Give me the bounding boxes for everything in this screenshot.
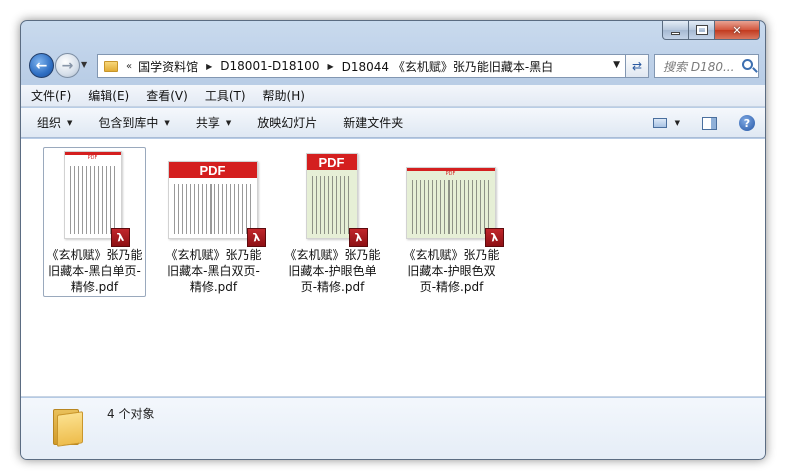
- acrobat-icon: λ: [110, 228, 130, 247]
- close-icon: ✕: [732, 23, 742, 37]
- chevron-right-icon[interactable]: ▶: [206, 62, 212, 71]
- navigation-bar: ← → ▼ « 国学资料馆 ▶ D18001-D18100 ▶ D18044 《…: [21, 51, 765, 81]
- forward-button[interactable]: →: [55, 53, 80, 78]
- chevron-down-icon: ▼: [67, 118, 73, 127]
- details-pane: 4 个对象: [21, 398, 765, 459]
- chevron-down-icon: ▼: [164, 118, 170, 127]
- share-label: 共享: [195, 116, 220, 130]
- pdf-thumbnail: PDF λ: [63, 151, 130, 247]
- file-item[interactable]: PDF λ 《玄机赋》张乃能旧藏本-黑白单页-精修.pdf: [43, 147, 146, 297]
- preview-pane-icon[interactable]: [702, 116, 717, 130]
- include-in-library-label: 包含到库中: [98, 116, 159, 130]
- menu-view[interactable]: 查看(V): [146, 87, 188, 104]
- menu-edit[interactable]: 编辑(E): [88, 87, 129, 104]
- slideshow-label: 放映幻灯片: [257, 116, 318, 130]
- new-folder-button[interactable]: 新建文件夹: [343, 114, 403, 131]
- arrow-right-icon: →: [61, 57, 74, 74]
- minimize-button[interactable]: [662, 21, 689, 40]
- breadcrumb-overflow[interactable]: «: [126, 61, 132, 72]
- folder-icon: [53, 405, 83, 447]
- command-bar: 组织 ▼ 包含到库中 ▼ 共享 ▼ 放映幻灯片 新建文件夹 ▼ ?: [21, 108, 765, 138]
- file-name: 《玄机赋》张乃能旧藏本-护眼色双页-精修.pdf: [403, 248, 500, 294]
- address-bar[interactable]: « 国学资料馆 ▶ D18001-D18100 ▶ D18044 《玄机赋》张乃…: [97, 54, 627, 78]
- acrobat-icon: λ: [246, 228, 266, 247]
- chevron-down-icon[interactable]: ▼: [613, 60, 620, 70]
- pdf-thumbnail: PDF λ: [166, 151, 266, 247]
- search-placeholder: 搜索 D180...: [663, 59, 735, 74]
- maximize-button[interactable]: [689, 21, 715, 40]
- view-options-icon[interactable]: [652, 118, 667, 128]
- menu-tools[interactable]: 工具(T): [205, 87, 246, 104]
- file-name: 《玄机赋》张乃能旧藏本-黑白单页-精修.pdf: [46, 248, 143, 294]
- page-preview: PDF: [63, 151, 122, 239]
- minimize-icon: [671, 31, 680, 35]
- search-input[interactable]: 搜索 D180...: [654, 54, 759, 78]
- file-item[interactable]: PDF λ 《玄机赋》张乃能旧藏本-黑白双页-精修.pdf: [162, 147, 266, 297]
- toolbar-right: ▼ ?: [652, 108, 765, 138]
- file-name: 《玄机赋》张乃能旧藏本-护眼色单页-精修.pdf: [284, 248, 381, 294]
- slideshow-button[interactable]: 放映幻灯片: [257, 114, 317, 131]
- thumb-header: PDF: [168, 162, 257, 178]
- thumb-header: PDF: [306, 154, 357, 170]
- organize-button[interactable]: 组织 ▼: [37, 114, 72, 131]
- refresh-button[interactable]: ⇄: [625, 54, 649, 78]
- chevron-right-icon[interactable]: ▶: [327, 62, 333, 71]
- back-button[interactable]: ←: [29, 53, 54, 78]
- breadcrumb-item[interactable]: D18044 《玄机赋》张乃能旧藏本-黑白: [342, 58, 554, 75]
- page-preview: PDF: [305, 153, 358, 239]
- pdf-thumbnail: PDF λ: [404, 151, 504, 247]
- close-button[interactable]: ✕: [715, 21, 760, 40]
- acrobat-icon: λ: [484, 228, 504, 247]
- arrow-left-icon: ←: [35, 57, 48, 74]
- explorer-window: ✕ ← → ▼ « 国学资料馆 ▶ D18001-D18100 ▶ D18044…: [20, 20, 766, 460]
- breadcrumb-item[interactable]: 国学资料馆: [138, 58, 198, 75]
- file-name: 《玄机赋》张乃能旧藏本-黑白双页-精修.pdf: [165, 248, 262, 294]
- breadcrumb-item[interactable]: D18001-D18100: [220, 59, 319, 73]
- menu-bar: 文件(F) 编辑(E) 查看(V) 工具(T) 帮助(H): [21, 85, 765, 107]
- menu-help[interactable]: 帮助(H): [263, 87, 305, 104]
- file-item[interactable]: PDF λ 《玄机赋》张乃能旧藏本-护眼色双页-精修.pdf: [400, 147, 504, 297]
- folder-icon: [104, 60, 118, 72]
- share-button[interactable]: 共享 ▼: [196, 114, 231, 131]
- refresh-icon: ⇄: [631, 59, 643, 73]
- caption-buttons: ✕: [662, 21, 760, 40]
- chevron-down-icon[interactable]: ▼: [675, 119, 680, 127]
- file-list: PDF λ 《玄机赋》张乃能旧藏本-黑白单页-精修.pdf PDF λ 《玄机赋…: [21, 139, 765, 397]
- new-folder-label: 新建文件夹: [343, 116, 404, 130]
- recent-pages-button[interactable]: ▼: [81, 60, 87, 69]
- thumb-header: PDF: [87, 155, 98, 161]
- page-preview: PDF: [167, 161, 258, 239]
- item-count: 4 个对象: [107, 407, 155, 421]
- menu-file[interactable]: 文件(F): [31, 87, 71, 104]
- organize-label: 组织: [37, 116, 62, 130]
- file-item[interactable]: PDF λ 《玄机赋》张乃能旧藏本-护眼色单页-精修.pdf: [281, 147, 384, 297]
- page-preview: PDF: [405, 167, 496, 239]
- maximize-icon: [695, 25, 708, 35]
- acrobat-icon: λ: [348, 228, 368, 247]
- help-icon[interactable]: ?: [739, 115, 755, 131]
- include-in-library-button[interactable]: 包含到库中 ▼: [98, 114, 169, 131]
- pdf-thumbnail: PDF λ: [302, 151, 368, 247]
- chevron-down-icon: ▼: [225, 118, 232, 127]
- search-icon[interactable]: [742, 59, 753, 70]
- thumb-header: PDF: [445, 171, 456, 177]
